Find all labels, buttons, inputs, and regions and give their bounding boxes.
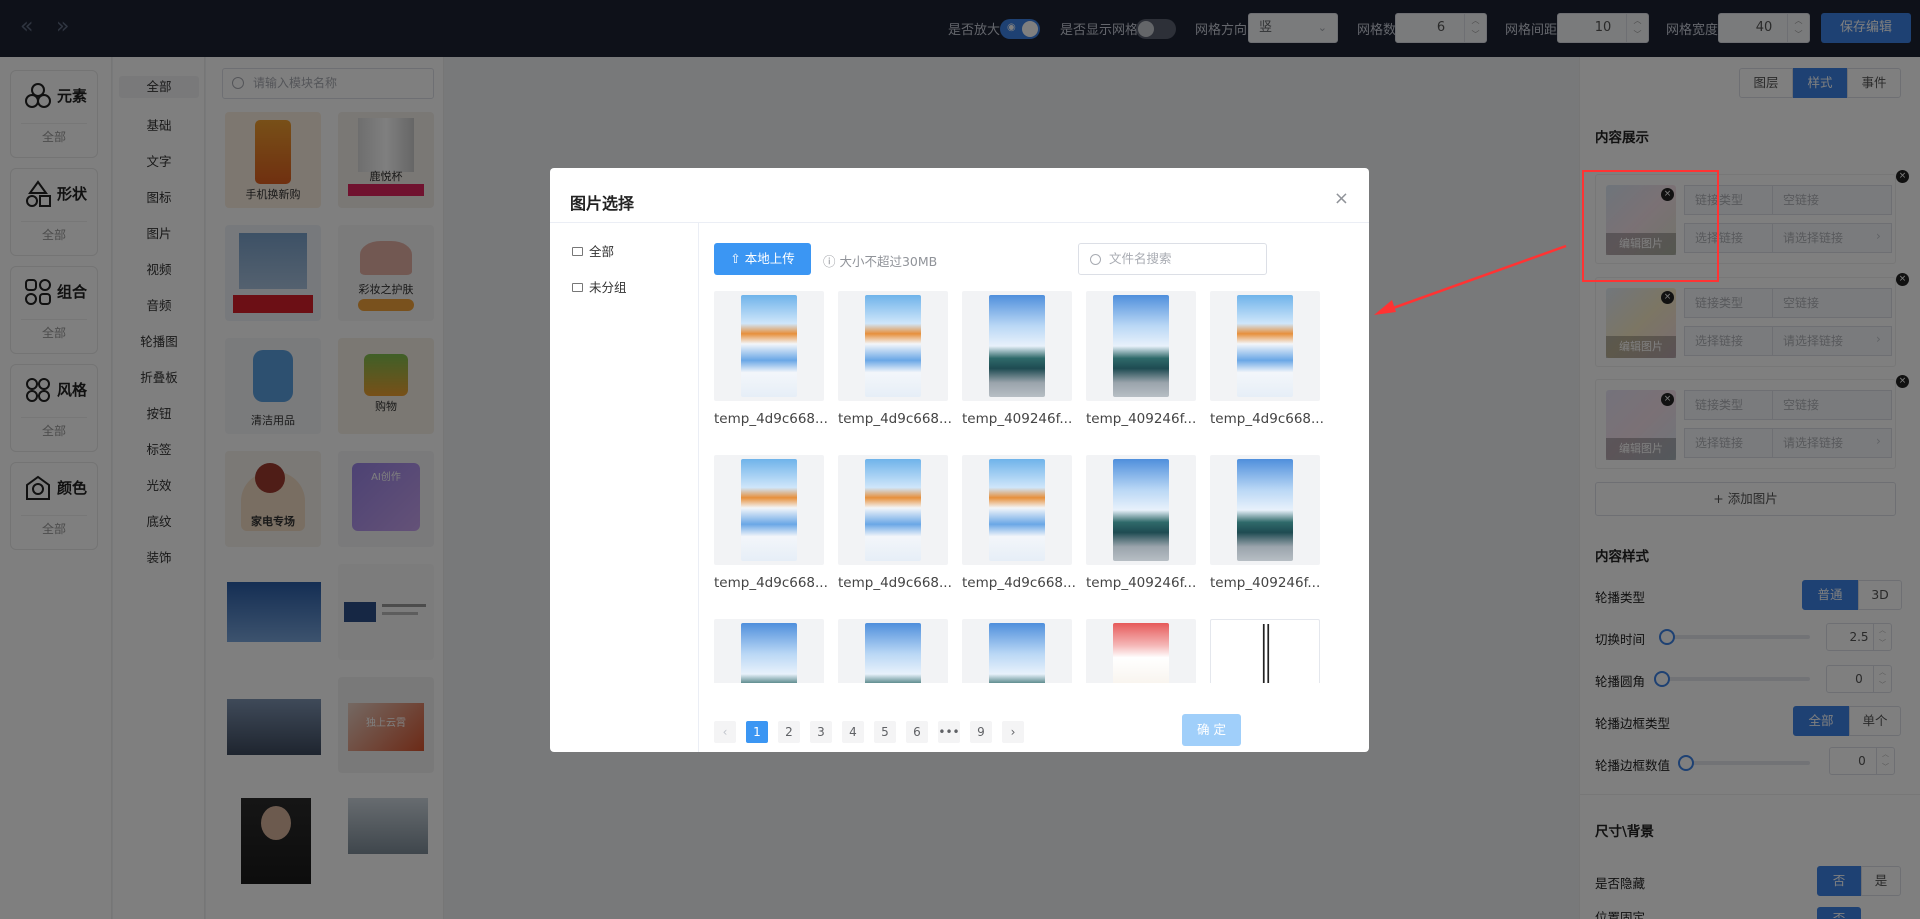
info-icon: ⓘ: [823, 254, 840, 269]
folder-label: 全部: [589, 244, 615, 259]
image-thumbnail: [1113, 623, 1169, 683]
more-pages-icon[interactable]: •••: [938, 721, 960, 743]
folder-icon: [572, 247, 583, 256]
image-filename: temp_4d9c668...: [714, 575, 828, 591]
close-icon[interactable]: ×: [1334, 188, 1349, 209]
image-thumbnail: [989, 459, 1045, 561]
image-thumbnail: [1237, 295, 1293, 397]
size-limit-tip: ⓘ 大小不超过30MB: [823, 251, 937, 270]
image-filename: temp_409246f...: [1086, 575, 1197, 591]
confirm-button[interactable]: 确 定: [1182, 714, 1241, 746]
image-thumbnail: [741, 295, 797, 397]
image-thumbnail: [865, 295, 921, 397]
next-page-icon[interactable]: ›: [1002, 721, 1024, 743]
annotation-highlight-box: [1582, 170, 1719, 282]
image-tile[interactable]: [838, 619, 948, 683]
image-thumbnail: [1113, 459, 1169, 561]
image-browser: ⇧ 本地上传 ⓘ 大小不超过30MB 文件名搜索 temp_4d9c668...…: [699, 222, 1369, 752]
image-thumbnail: [989, 295, 1045, 397]
image-thumbnail: [741, 623, 797, 683]
pagination: ‹ 1 2 3 4 5 6 ••• 9 ›: [714, 721, 1024, 743]
image-tile[interactable]: [1210, 619, 1320, 683]
image-tile[interactable]: [1210, 291, 1320, 401]
image-grid: temp_4d9c668... temp_4d9c668... temp_40924…: [714, 291, 1354, 683]
image-thumbnail: [865, 623, 921, 683]
image-filename: temp_409246f...: [962, 411, 1073, 427]
dialog-title: 图片选择: [570, 194, 635, 213]
upload-icon: ⇧: [730, 251, 745, 266]
image-tile[interactable]: [1086, 619, 1196, 683]
annotation-arrow-icon: [1374, 244, 1567, 315]
image-tile[interactable]: [714, 291, 824, 401]
image-tile[interactable]: [962, 291, 1072, 401]
folder-list: 全部 未分组: [550, 222, 699, 752]
page-button[interactable]: 4: [842, 721, 864, 743]
image-filename: temp_409246f...: [1210, 575, 1321, 591]
page-button[interactable]: 3: [810, 721, 832, 743]
image-filename: temp_4d9c668...: [838, 411, 952, 427]
image-filename: temp_4d9c668...: [1210, 411, 1324, 427]
image-thumbnail: [989, 623, 1045, 683]
image-filename: temp_4d9c668...: [714, 411, 828, 427]
page-button[interactable]: 9: [970, 721, 992, 743]
image-tile[interactable]: [1086, 291, 1196, 401]
image-tile[interactable]: [714, 455, 824, 565]
page-button[interactable]: 5: [874, 721, 896, 743]
image-tile[interactable]: [838, 455, 948, 565]
filename-search-input[interactable]: 文件名搜索: [1078, 243, 1267, 275]
image-thumbnail: [865, 459, 921, 561]
image-thumbnail: [741, 459, 797, 561]
image-picker-dialog: 图片选择 × 全部 未分组 ⇧ 本地上传 ⓘ 大小不超过30MB 文件名搜索 t…: [550, 168, 1369, 752]
image-tile[interactable]: [714, 619, 824, 683]
folder-label: 未分组: [589, 280, 627, 295]
image-tile[interactable]: [1086, 455, 1196, 565]
image-filename: temp_4d9c668...: [838, 575, 952, 591]
image-thumbnail: [1237, 459, 1293, 561]
upload-label: 本地上传: [744, 251, 795, 266]
page-button[interactable]: 1: [746, 721, 768, 743]
page-button[interactable]: 2: [778, 721, 800, 743]
page-button[interactable]: 6: [906, 721, 928, 743]
local-upload-button[interactable]: ⇧ 本地上传: [714, 243, 811, 275]
image-filename: temp_4d9c668...: [962, 575, 1076, 591]
size-tip-text: 大小不超过30MB: [839, 254, 938, 269]
image-thumbnail: [1238, 624, 1294, 683]
image-filename: temp_409246f...: [1086, 411, 1197, 427]
folder-all[interactable]: 全部: [572, 241, 614, 260]
folder-ungrouped[interactable]: 未分组: [572, 277, 627, 296]
folder-icon: [572, 283, 583, 292]
search-icon: [1090, 254, 1101, 265]
image-tile[interactable]: [962, 619, 1072, 683]
prev-page-icon[interactable]: ‹: [714, 721, 736, 743]
image-tile[interactable]: [838, 291, 948, 401]
image-thumbnail: [1113, 295, 1169, 397]
image-tile[interactable]: [962, 455, 1072, 565]
image-tile[interactable]: [1210, 455, 1320, 565]
